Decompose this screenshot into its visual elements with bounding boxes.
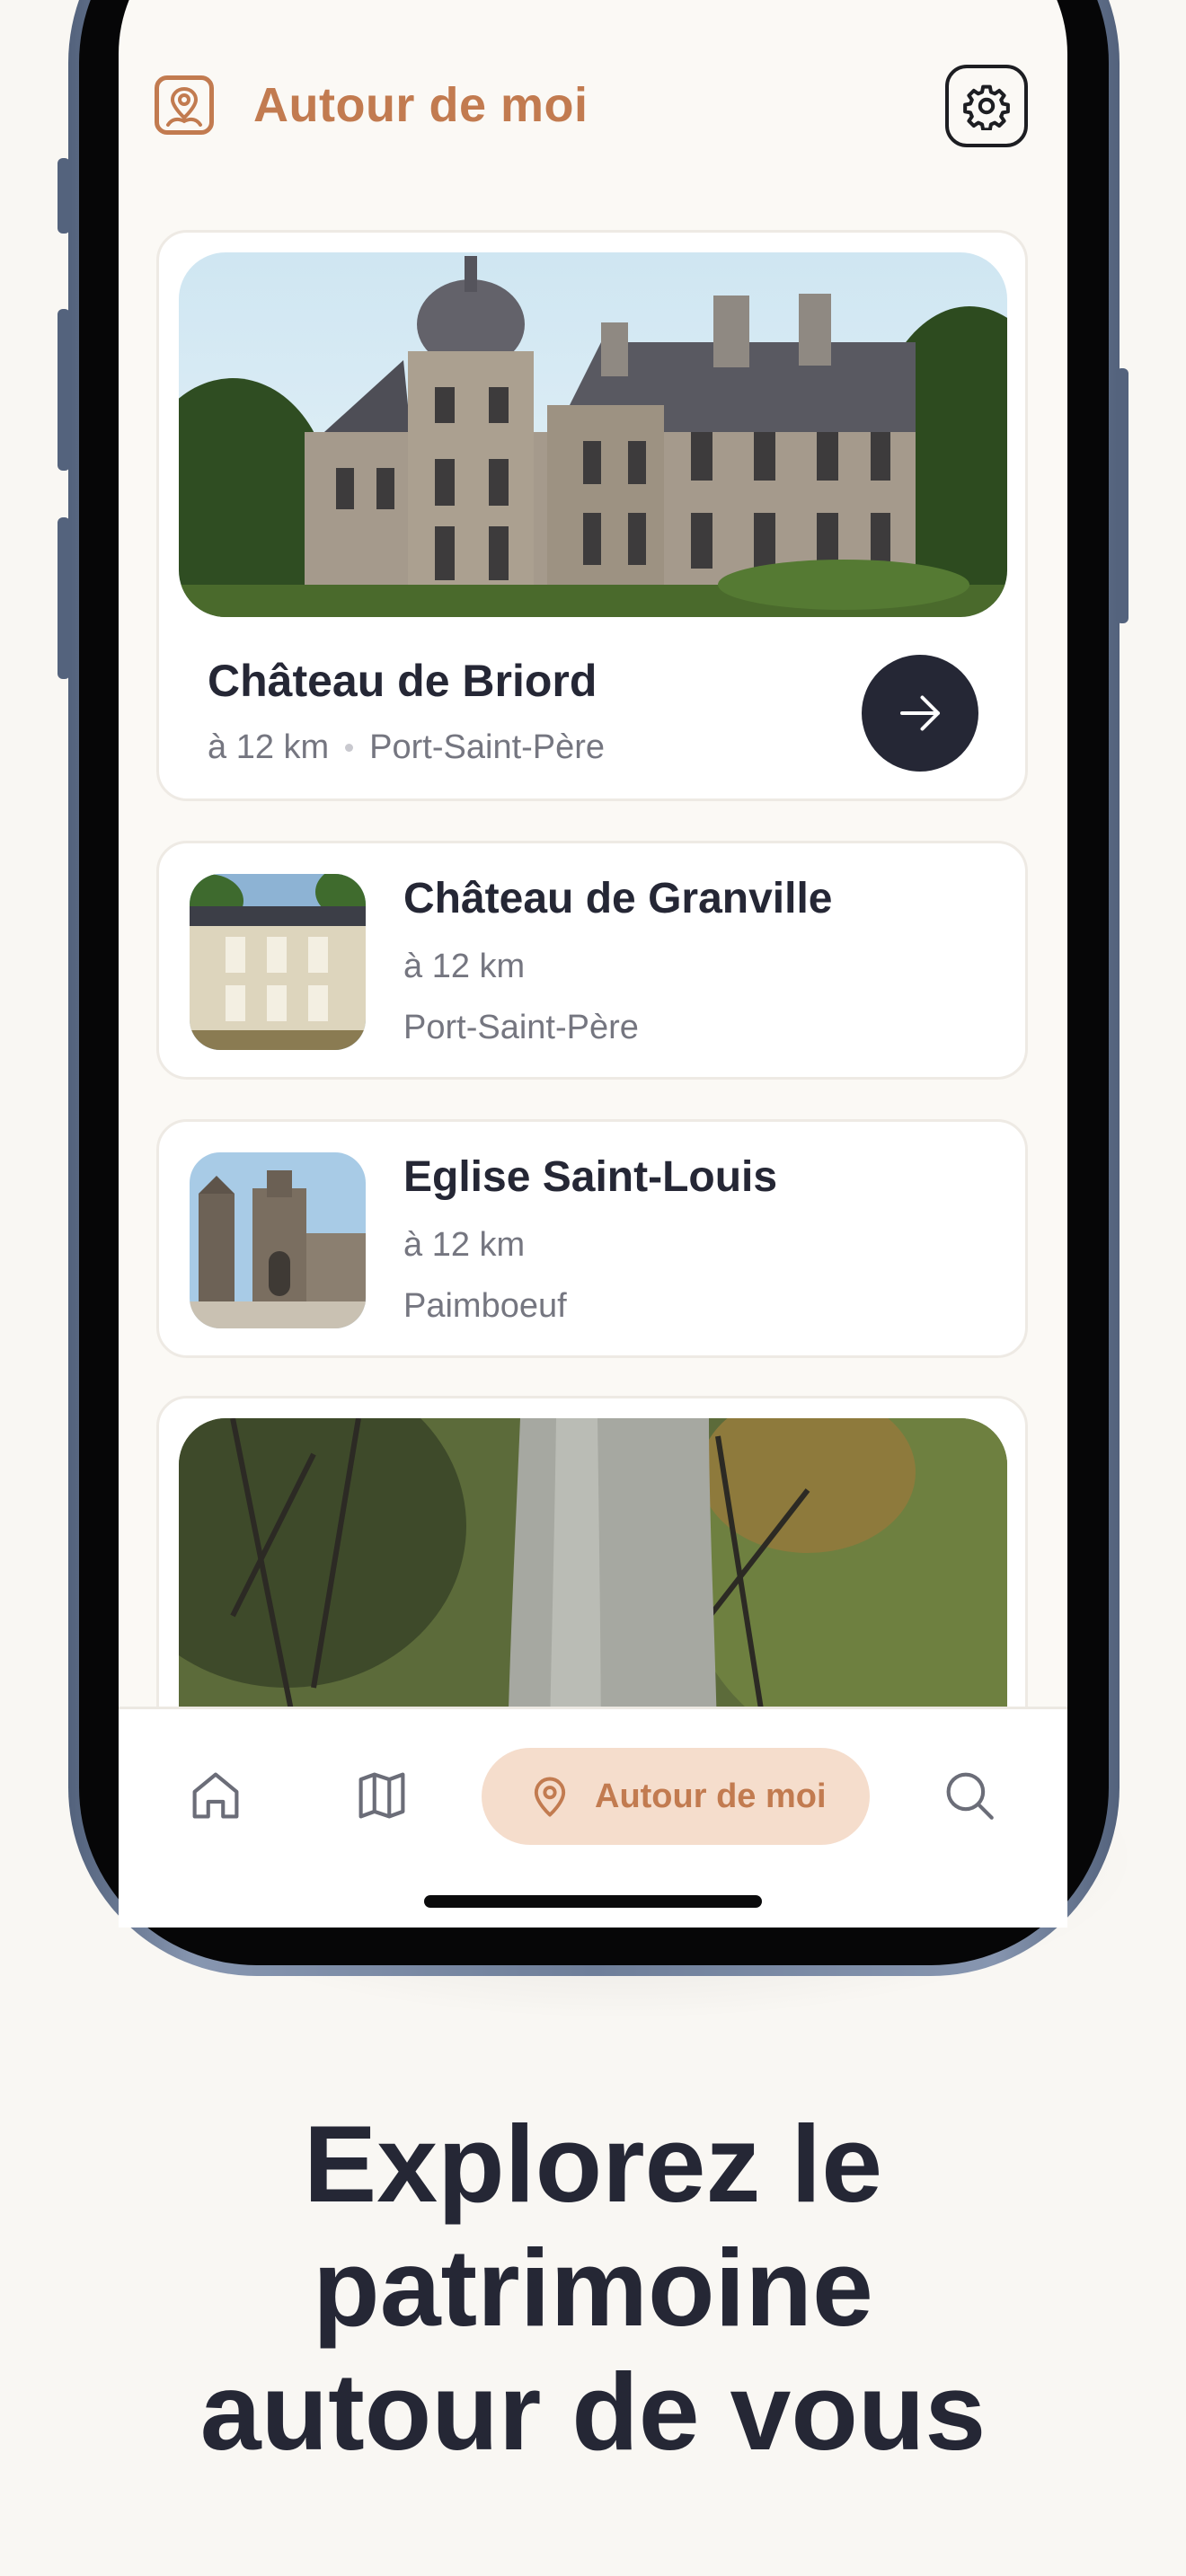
phone-power-button	[1116, 368, 1128, 623]
tagline-line-1: Explorez le	[303, 2103, 883, 2225]
open-place-button[interactable]	[862, 655, 978, 772]
featured-place-title: Château de Briord	[208, 656, 597, 706]
featured-place-distance: à 12 km	[208, 728, 330, 766]
place-list-item[interactable]: Eglise Saint-Louis à 12 km Paimboeuf	[156, 1119, 1028, 1358]
partial-place-card[interactable]	[156, 1396, 1028, 1778]
place-distance: à 12 km	[403, 948, 526, 985]
place-title: Eglise Saint-Louis	[403, 1153, 778, 1201]
featured-place-card[interactable]: Château de Briord à 12 km Port-Saint-Pèr…	[156, 230, 1028, 801]
tab-around-me[interactable]: Autour de moi	[482, 1748, 870, 1845]
tab-around-me-label: Autour de moi	[595, 1777, 827, 1815]
chateau-de-briord-photo	[179, 252, 1007, 617]
phone-mute-switch	[58, 158, 70, 234]
tab-map[interactable]	[352, 1766, 412, 1825]
home-icon	[192, 1772, 239, 1819]
place-list-item[interactable]: Château de Granville à 12 km Port-Saint-…	[156, 841, 1028, 1080]
phone-volume-down-button	[58, 517, 70, 679]
map-icon	[358, 1772, 405, 1819]
featured-place-meta: à 12 km Port-Saint-Père	[208, 728, 605, 767]
featured-place-location: Port-Saint-Père	[369, 728, 606, 766]
arrow-right-icon	[900, 695, 940, 731]
tab-home[interactable]	[186, 1766, 245, 1825]
tab-search[interactable]	[940, 1766, 999, 1825]
home-indicator[interactable]	[424, 1895, 762, 1908]
eglise-saint-louis-photo	[190, 1152, 366, 1328]
tagline-line-3: autour de vous	[199, 2351, 987, 2473]
phone-volume-up-button	[58, 309, 70, 471]
location-pin-icon	[534, 1777, 566, 1817]
separator-dot	[345, 744, 354, 752]
place-location: Port-Saint-Père	[403, 1009, 639, 1046]
marketing-tagline: Explorez le patrimoine autour de vous	[0, 2102, 1186, 2474]
location-person-icon	[155, 75, 214, 135]
place-distance: à 12 km	[403, 1226, 526, 1264]
place-title: Château de Granville	[403, 875, 833, 922]
tagline-line-2: patrimoine	[313, 2227, 873, 2349]
gear-icon	[963, 84, 1010, 130]
settings-button[interactable]	[945, 65, 1028, 147]
chateau-de-granville-photo	[190, 874, 366, 1050]
page-title: Autour de moi	[253, 78, 589, 132]
place-location: Paimboeuf	[403, 1287, 567, 1325]
search-icon	[946, 1772, 994, 1820]
